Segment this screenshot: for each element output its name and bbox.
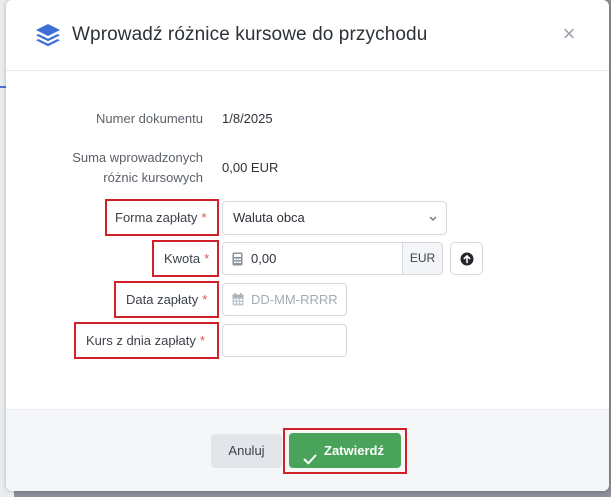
sum-label-line2: różnic kursowych — [103, 170, 203, 185]
close-icon[interactable]: × — [557, 22, 581, 46]
required-star: * — [199, 333, 205, 348]
dialog: Wprowadź różnice kursowe do przychodu × … — [6, 0, 609, 491]
confirm-button-label: Zatwierdź — [324, 443, 384, 458]
calculator-icon — [232, 252, 243, 269]
document-number-value: 1/8/2025 — [222, 111, 273, 126]
currency-addon: EUR — [402, 242, 443, 275]
dialog-footer: Anuluj Zatwierdź — [6, 409, 609, 491]
required-star: * — [204, 251, 210, 266]
calendar-icon — [232, 293, 244, 309]
payment-form-label: Forma zapłaty * — [115, 210, 207, 225]
rate-input[interactable] — [222, 324, 347, 357]
dialog-title: Wprowadź różnice kursowe do przychodu — [72, 24, 428, 45]
amount-label-box: Kwota * — [152, 240, 219, 277]
payment-date-label: Data zapłaty * — [126, 292, 208, 307]
rate-label-box: Kurs z dnia zapłaty * — [74, 322, 219, 359]
amount-label: Kwota * — [164, 251, 210, 266]
chevron-down-icon — [428, 211, 438, 221]
payment-form-label-box: Forma zapłaty * — [105, 199, 219, 236]
arrow-up-circle-icon — [460, 252, 474, 271]
payment-date-input[interactable]: DD-MM-RRRR — [222, 283, 347, 316]
required-star: * — [202, 292, 208, 307]
document-number-label: Numer dokumentu — [96, 111, 203, 126]
dialog-header: Wprowadź różnice kursowe do przychodu × — [6, 0, 609, 71]
sum-label: Suma wprowadzonych różnic kursowych — [46, 148, 203, 188]
cancel-button[interactable]: Anuluj — [211, 434, 282, 468]
payment-date-label-box: Data zapłaty * — [114, 281, 219, 318]
required-star: * — [201, 210, 207, 225]
sum-label-line1: Suma wprowadzonych — [72, 150, 203, 165]
rate-label: Kurs z dnia zapłaty * — [86, 333, 205, 348]
amount-value: 0,00 — [251, 251, 277, 266]
payment-form-select[interactable]: Waluta obca — [222, 201, 447, 235]
payment-date-placeholder: DD-MM-RRRR — [251, 292, 338, 307]
sum-value: 0,00 EUR — [222, 160, 279, 175]
check-icon — [303, 444, 317, 465]
confirm-button[interactable]: Zatwierdź — [289, 433, 401, 468]
amount-input[interactable]: 0,00 — [222, 242, 403, 275]
layers-icon — [34, 23, 62, 47]
payment-form-value: Waluta obca — [233, 210, 305, 225]
upload-button[interactable] — [450, 242, 483, 275]
